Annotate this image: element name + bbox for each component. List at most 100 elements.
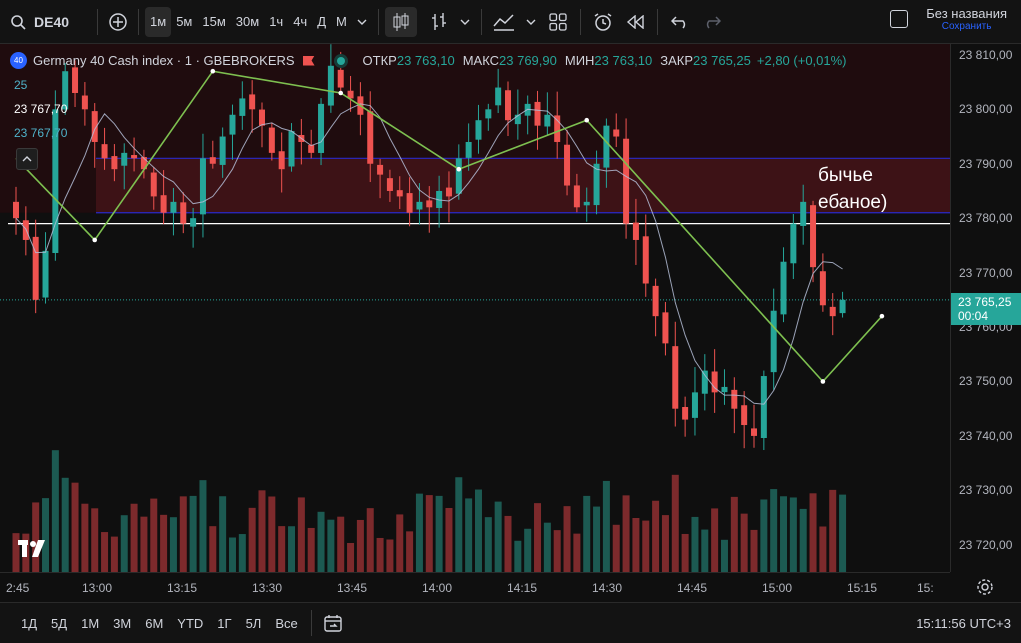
- price-chart[interactable]: [0, 44, 950, 572]
- time-tick-label: 14:30: [592, 581, 623, 595]
- volume-bar: [661, 515, 669, 572]
- candle-body: [32, 236, 39, 300]
- scale-settings-button[interactable]: [976, 578, 994, 599]
- divider: [480, 8, 482, 35]
- range-2[interactable]: 1М: [74, 616, 106, 631]
- candle-body: [190, 218, 197, 227]
- timeframe-dropdown[interactable]: [352, 7, 372, 37]
- volume-bar: [622, 495, 630, 572]
- volume-bar: [553, 530, 561, 572]
- symbol-search[interactable]: DE40: [0, 7, 77, 37]
- volume-bar: [701, 529, 709, 572]
- layout-checkbox[interactable]: [890, 10, 909, 28]
- candle-body: [318, 103, 325, 153]
- candle-body: [445, 187, 452, 197]
- timeframe-5[interactable]: 4ч: [288, 7, 312, 37]
- indicators-dropdown[interactable]: [520, 7, 542, 37]
- volume-bar: [671, 474, 679, 572]
- chart-type-dropdown[interactable]: [455, 7, 475, 37]
- candle-body: [160, 195, 167, 213]
- time-tick-label: 15:00: [762, 581, 793, 595]
- timeframe-2[interactable]: 15м: [197, 7, 230, 37]
- clock[interactable]: 15:11:56 UTC+3: [916, 616, 1011, 631]
- candle-body: [652, 285, 659, 317]
- volume-bar: [337, 516, 345, 572]
- redo-icon: [706, 15, 721, 29]
- range-7[interactable]: 5Л: [239, 616, 269, 631]
- candle-body: [721, 386, 728, 393]
- range-6[interactable]: 1Г: [210, 616, 238, 631]
- zigzag-point: [879, 313, 885, 319]
- chevron-down-icon: [526, 19, 536, 25]
- timeframe-7[interactable]: М: [331, 7, 352, 37]
- timeframe-1[interactable]: 5м: [171, 7, 197, 37]
- range-8[interactable]: Все: [268, 616, 304, 631]
- timeframe-6[interactable]: Д: [312, 7, 331, 37]
- candle-body: [209, 157, 216, 164]
- timeframe-4[interactable]: 1ч: [264, 7, 288, 37]
- candle-body: [829, 306, 836, 317]
- volume-bar: [573, 533, 581, 572]
- candles-type-button[interactable]: [384, 6, 417, 37]
- layout-grid-button[interactable]: [542, 7, 574, 37]
- range-1[interactable]: 5Д: [44, 616, 74, 631]
- replay-button[interactable]: [619, 7, 651, 37]
- range-0[interactable]: 1Д: [14, 616, 44, 631]
- volume-bar: [347, 543, 355, 572]
- indicators-button[interactable]: [488, 7, 520, 37]
- range-3[interactable]: 3М: [106, 616, 138, 631]
- volume-bar: [120, 515, 128, 572]
- legend-collapse-button[interactable]: [16, 148, 38, 170]
- volume-bar: [524, 528, 532, 572]
- volume-bar: [130, 503, 138, 572]
- range-5[interactable]: YTD: [170, 616, 210, 631]
- time-tick-label: 2:45: [6, 581, 30, 595]
- volume-bar: [91, 508, 99, 572]
- candle-body: [249, 94, 256, 110]
- timeframe-3[interactable]: 30м: [231, 7, 264, 37]
- candle-body: [770, 310, 777, 373]
- compare-button[interactable]: [104, 7, 132, 37]
- goto-date-button[interactable]: [318, 608, 348, 638]
- annotation-line-1: бычье: [818, 165, 873, 186]
- divider: [138, 8, 140, 35]
- layout-name-button[interactable]: Без названия Сохранить: [926, 6, 1007, 32]
- candle-body: [800, 201, 807, 226]
- candle-body: [632, 222, 639, 240]
- range-4[interactable]: 6М: [138, 616, 170, 631]
- redo-button[interactable]: [696, 7, 728, 37]
- price-tick-label: 23 780,00: [959, 211, 1013, 226]
- chart-pane[interactable]: 40 Germany 40 Cash index · 1 · GBEBROKER…: [0, 44, 950, 572]
- undo-button[interactable]: [664, 7, 696, 37]
- candle-body: [406, 193, 413, 213]
- volume-bar: [81, 503, 89, 572]
- alert-button[interactable]: [587, 7, 619, 37]
- price-scale[interactable]: 23 810,00 23 800,00 23 790,00 23 780,00 23 7…: [950, 44, 1021, 572]
- volume-bar: [71, 482, 79, 572]
- zigzag-point: [584, 117, 590, 123]
- legend-title: Germany 40 Cash index · 1 · GBEBROKERS: [33, 53, 295, 68]
- candle-body: [72, 67, 79, 93]
- bar-type-button[interactable]: [423, 7, 455, 37]
- volume-bar: [760, 499, 768, 572]
- price-tick-label: 23 730,00: [959, 483, 1013, 498]
- candle-body: [741, 405, 748, 426]
- volume-bar: [642, 520, 650, 572]
- text-annotation[interactable]: бычье ебаное): [818, 162, 887, 216]
- high-value: 23 769,90: [499, 53, 557, 68]
- time-scale[interactable]: 2:45 13:00 13:15 13:30 13:45 14:00 14:15 14:30 1…: [0, 572, 950, 602]
- timeframe-0[interactable]: 1м: [145, 6, 172, 37]
- candle-body: [199, 158, 206, 215]
- price-tick-label: 23 750,00: [959, 374, 1013, 389]
- price-tick-label: 23 740,00: [959, 428, 1013, 443]
- divider: [97, 8, 99, 35]
- current-price-value: 23 765,25: [958, 295, 1012, 309]
- candle-body: [810, 205, 817, 268]
- candle-body: [554, 115, 561, 142]
- chart-legend: 40 Germany 40 Cash index · 1 · GBEBROKER…: [10, 52, 847, 69]
- price-tick-label: 23 800,00: [959, 102, 1013, 117]
- zigzag-point: [210, 68, 216, 74]
- candle-body: [505, 90, 511, 121]
- volume-bar: [179, 496, 187, 572]
- time-tick-label: 13:00: [82, 581, 113, 595]
